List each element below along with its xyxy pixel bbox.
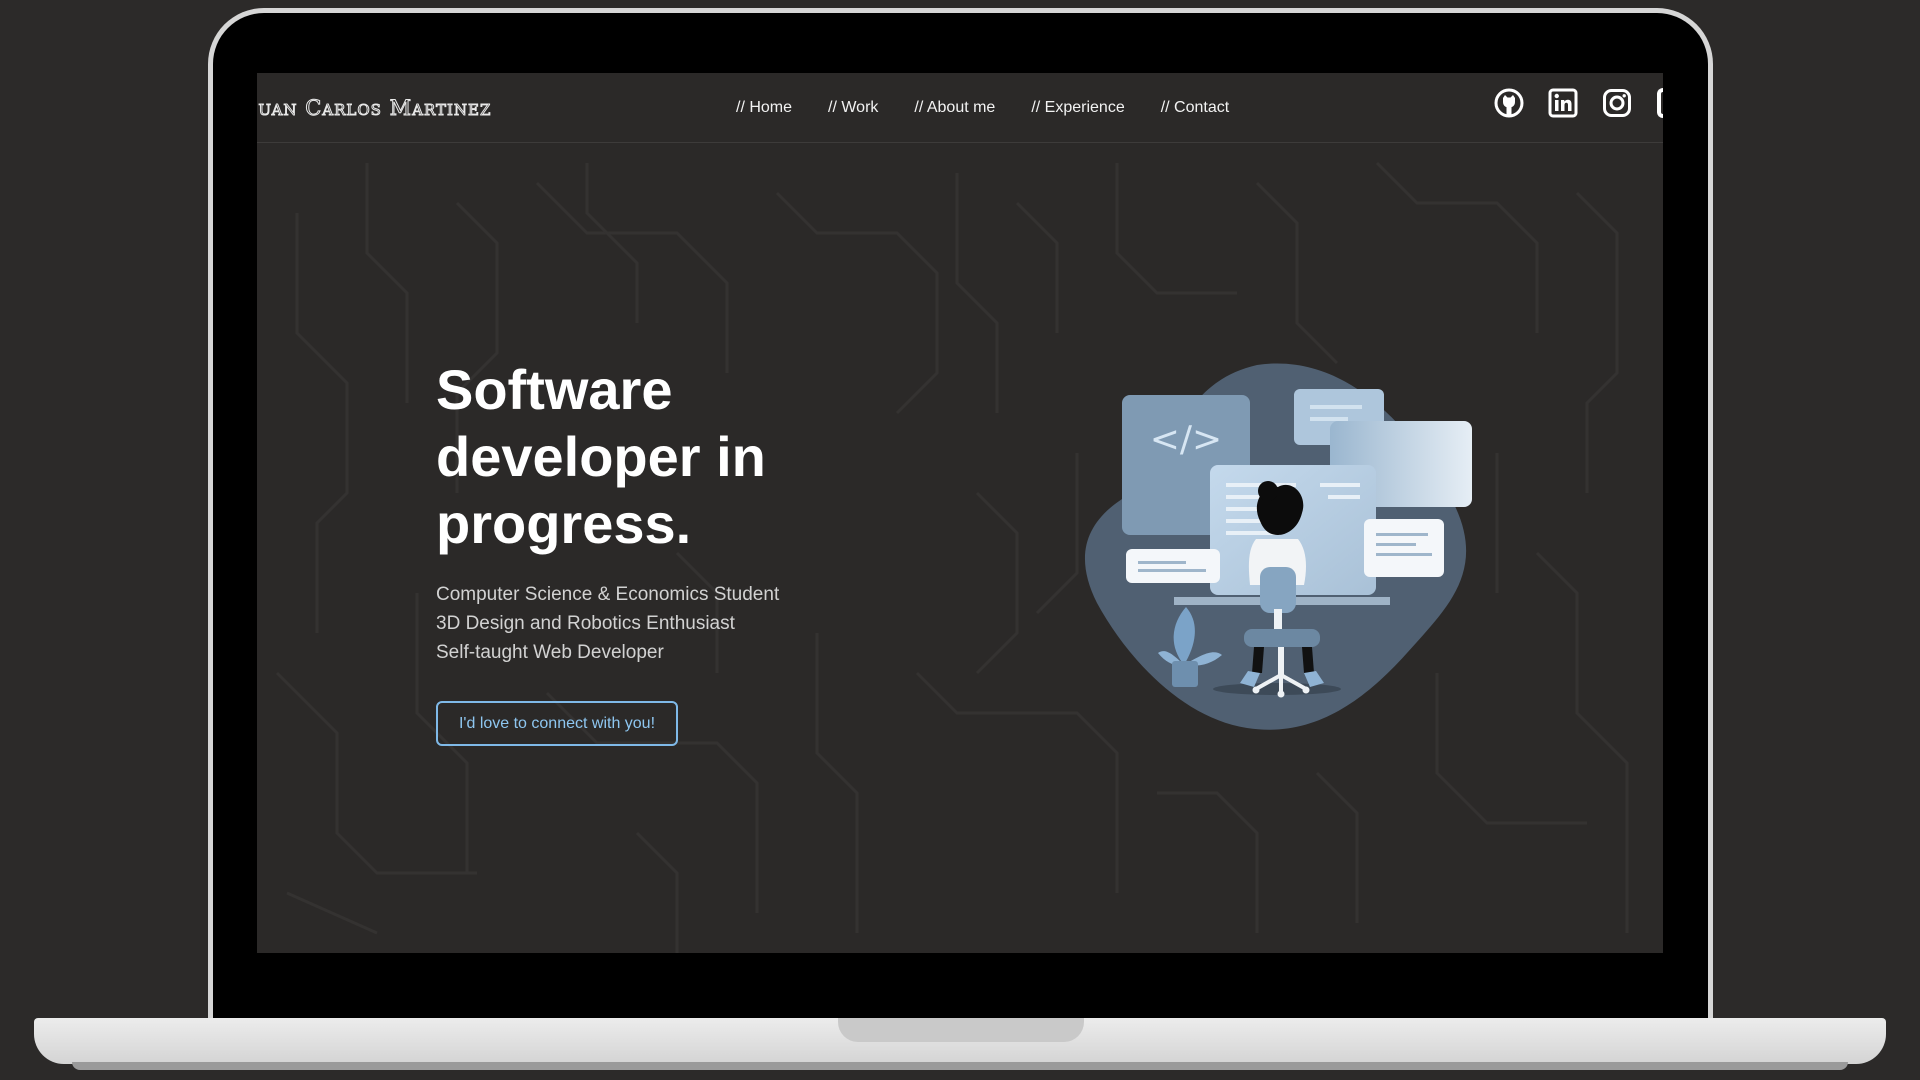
note-card-left <box>1126 549 1220 583</box>
nav-home[interactable]: // Home <box>736 95 792 121</box>
chair-back <box>1260 567 1296 613</box>
hero-subtitle-list: Computer Science & Economics Student 3D … <box>436 580 856 667</box>
hero-line: 3D Design and Robotics Enthusiast <box>436 613 735 634</box>
navbar: Juan Carlos Martinez // Home // Work // … <box>257 73 1663 143</box>
laptop-base-shadow <box>72 1062 1848 1070</box>
nav-contact[interactable]: // Contact <box>1161 95 1229 121</box>
chair-seat <box>1244 629 1320 647</box>
hero-line: Computer Science & Economics Student <box>436 584 780 605</box>
hero-title: Software developer in progress. <box>436 358 766 555</box>
nav-about-me[interactable]: // About me <box>914 95 995 121</box>
nav-links: // Home // Work // About me // Experienc… <box>736 95 1229 121</box>
plant-pot <box>1172 661 1198 687</box>
brand-logo[interactable]: Juan Carlos Martinez <box>257 93 491 123</box>
laptop-notch <box>838 1018 1084 1042</box>
instagram-icon[interactable] <box>1602 88 1632 118</box>
code-symbol: </> <box>1150 419 1222 460</box>
connect-button[interactable]: I'd love to connect with you! <box>436 701 678 746</box>
hero-line: Self-taught Web Developer <box>436 642 664 663</box>
note-card-right <box>1364 519 1444 577</box>
developer-illustration: </> <box>1072 353 1492 753</box>
nav-experience[interactable]: // Experience <box>1031 95 1124 121</box>
github-icon[interactable] <box>1494 88 1524 118</box>
linkedin-icon[interactable] <box>1548 88 1578 118</box>
website-screen: Juan Carlos Martinez // Home // Work // … <box>257 73 1663 953</box>
social-links <box>1494 88 1632 118</box>
nav-work[interactable]: // Work <box>828 95 878 121</box>
cut-off-icon <box>1657 88 1663 118</box>
